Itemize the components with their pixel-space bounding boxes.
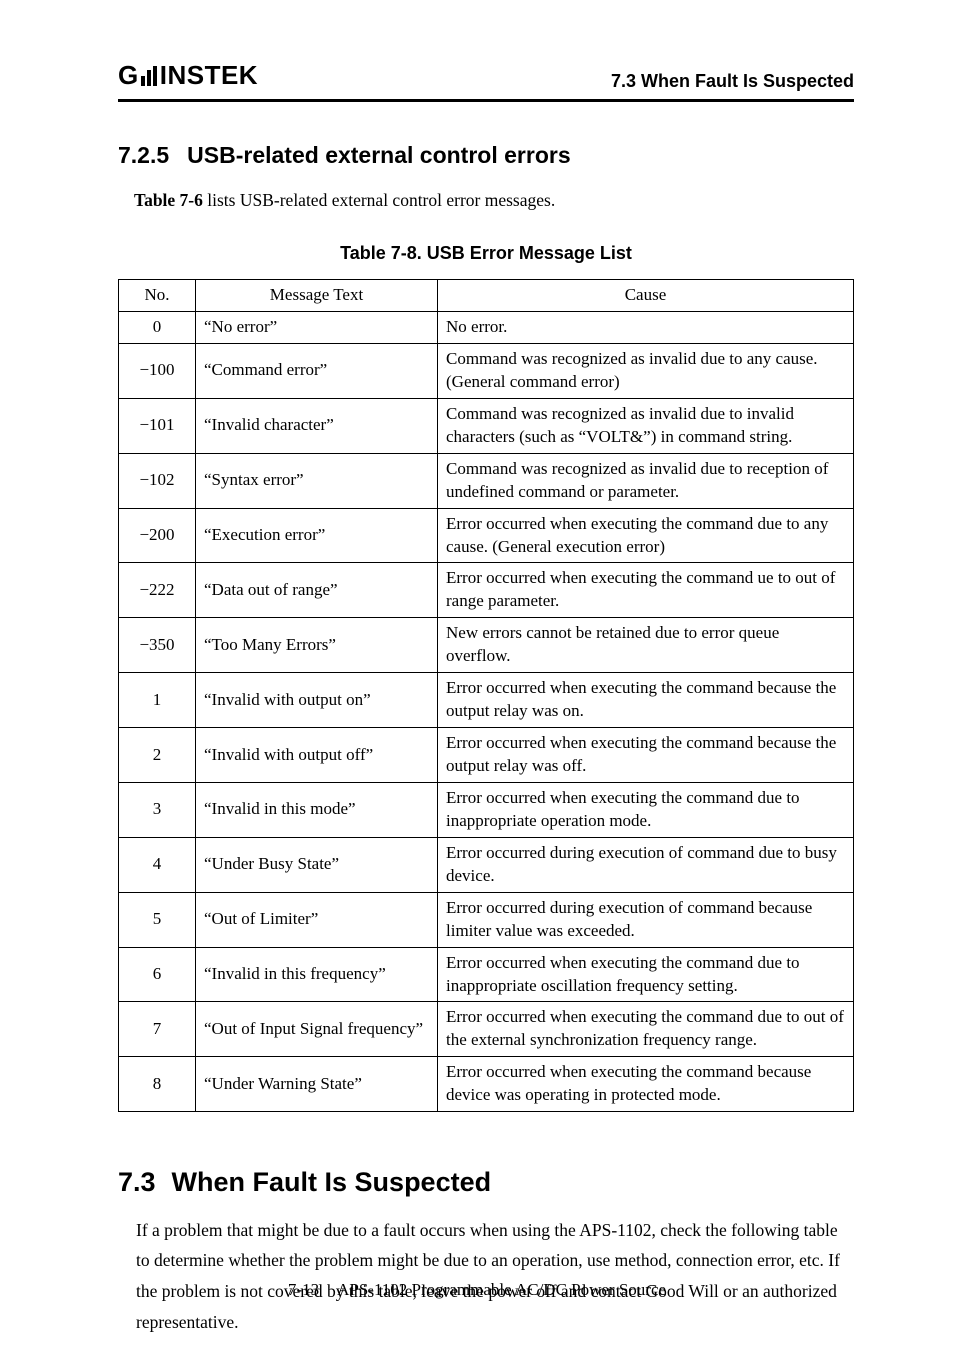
cell-cause: Error occurred when executing the comman…: [438, 1002, 854, 1057]
cell-message: “Syntax error”: [196, 453, 438, 508]
cell-cause: Error occurred during execution of comma…: [438, 837, 854, 892]
cell-cause: Error occurred when executing the comman…: [438, 728, 854, 783]
section-7-3-paragraph: If a problem that might be due to a faul…: [136, 1215, 854, 1338]
table-row: 2“Invalid with output off”Error occurred…: [119, 728, 854, 783]
logo-bars-icon: [141, 66, 157, 86]
logo-suffix: INSTEK: [160, 58, 258, 93]
cell-cause: Error occurred when executing the comman…: [438, 782, 854, 837]
cell-message: “Command error”: [196, 343, 438, 398]
cell-no: −200: [119, 508, 196, 563]
logo-letter-g: G: [118, 58, 139, 93]
table-row: −222“Data out of range”Error occurred wh…: [119, 563, 854, 618]
cell-cause: Error occurred when executing the comman…: [438, 508, 854, 563]
error-message-table: No. Message Text Cause 0“No error”No err…: [118, 279, 854, 1112]
heading-text: When Fault Is Suspected: [172, 1167, 492, 1197]
table-row: 8“Under Warning State”Error occurred whe…: [119, 1057, 854, 1112]
col-header-msg: Message Text: [196, 280, 438, 312]
table-row: 0“No error”No error.: [119, 312, 854, 344]
footer-page-number: 7-13: [288, 1280, 319, 1299]
footer-doc-title: APS-1102 Programmable AC/DC Power Source: [337, 1280, 666, 1299]
cell-cause: Error occurred when executing the comman…: [438, 673, 854, 728]
cell-cause: Command was recognized as invalid due to…: [438, 343, 854, 398]
cell-message: “Invalid in this mode”: [196, 782, 438, 837]
cell-message: “Out of Input Signal frequency”: [196, 1002, 438, 1057]
cell-message: “Invalid character”: [196, 398, 438, 453]
table-row: −102“Syntax error”Command was recognized…: [119, 453, 854, 508]
cell-no: −101: [119, 398, 196, 453]
table-row: −350“Too Many Errors”New errors cannot b…: [119, 618, 854, 673]
cell-no: −222: [119, 563, 196, 618]
table-row: 5“Out of Limiter”Error occurred during e…: [119, 892, 854, 947]
heading-7-3: 7.3 When Fault Is Suspected: [118, 1164, 854, 1200]
cell-no: 3: [119, 782, 196, 837]
table-row: 6“Invalid in this frequency”Error occurr…: [119, 947, 854, 1002]
table-title: Table 7-8. USB Error Message List: [118, 241, 854, 265]
intro-paragraph: Table 7-6 lists USB-related external con…: [134, 189, 854, 213]
cell-no: 1: [119, 673, 196, 728]
cell-message: “Invalid with output on”: [196, 673, 438, 728]
cell-cause: Command was recognized as invalid due to…: [438, 453, 854, 508]
intro-table-ref: Table 7-6: [134, 190, 203, 210]
cell-no: 7: [119, 1002, 196, 1057]
cell-no: −100: [119, 343, 196, 398]
cell-no: 8: [119, 1057, 196, 1112]
cell-message: “Under Warning State”: [196, 1057, 438, 1112]
brand-logo: G INSTEK: [118, 58, 258, 93]
page-footer: 7-13 APS-1102 Programmable AC/DC Power So…: [0, 1279, 954, 1302]
cell-no: 2: [119, 728, 196, 783]
cell-no: 6: [119, 947, 196, 1002]
cell-cause: New errors cannot be retained due to err…: [438, 618, 854, 673]
table-row: 1“Invalid with output on”Error occurred …: [119, 673, 854, 728]
intro-rest: lists USB-related external control error…: [203, 190, 555, 210]
cell-cause: Command was recognized as invalid due to…: [438, 398, 854, 453]
col-header-cause: Cause: [438, 280, 854, 312]
cell-no: 4: [119, 837, 196, 892]
cell-message: “Execution error”: [196, 508, 438, 563]
table-row: 4“Under Busy State”Error occurred during…: [119, 837, 854, 892]
table-row: 7“Out of Input Signal frequency”Error oc…: [119, 1002, 854, 1057]
cell-message: “No error”: [196, 312, 438, 344]
cell-message: “Invalid in this frequency”: [196, 947, 438, 1002]
heading-number: 7.2.5: [118, 142, 169, 168]
cell-no: 5: [119, 892, 196, 947]
cell-message: “Out of Limiter”: [196, 892, 438, 947]
header-section-title: 7.3 When Fault Is Suspected: [611, 69, 854, 93]
cell-no: −102: [119, 453, 196, 508]
heading-text: USB-related external control errors: [187, 142, 570, 168]
heading-7-2-5: 7.2.5 USB-related external control errors: [118, 140, 854, 171]
table-row: −200“Execution error”Error occurred when…: [119, 508, 854, 563]
table-header-row: No. Message Text Cause: [119, 280, 854, 312]
cell-no: −350: [119, 618, 196, 673]
cell-cause: Error occurred during execution of comma…: [438, 892, 854, 947]
cell-cause: No error.: [438, 312, 854, 344]
table-row: −101“Invalid character”Command was recog…: [119, 398, 854, 453]
cell-message: “Too Many Errors”: [196, 618, 438, 673]
cell-cause: Error occurred when executing the comman…: [438, 947, 854, 1002]
cell-no: 0: [119, 312, 196, 344]
page-header: G INSTEK 7.3 When Fault Is Suspected: [118, 58, 854, 102]
cell-cause: Error occurred when executing the comman…: [438, 563, 854, 618]
cell-message: “Invalid with output off”: [196, 728, 438, 783]
col-header-no: No.: [119, 280, 196, 312]
heading-number: 7.3: [118, 1167, 156, 1197]
cell-message: “Data out of range”: [196, 563, 438, 618]
table-row: −100“Command error”Command was recognize…: [119, 343, 854, 398]
table-row: 3“Invalid in this mode”Error occurred wh…: [119, 782, 854, 837]
cell-cause: Error occurred when executing the comman…: [438, 1057, 854, 1112]
cell-message: “Under Busy State”: [196, 837, 438, 892]
